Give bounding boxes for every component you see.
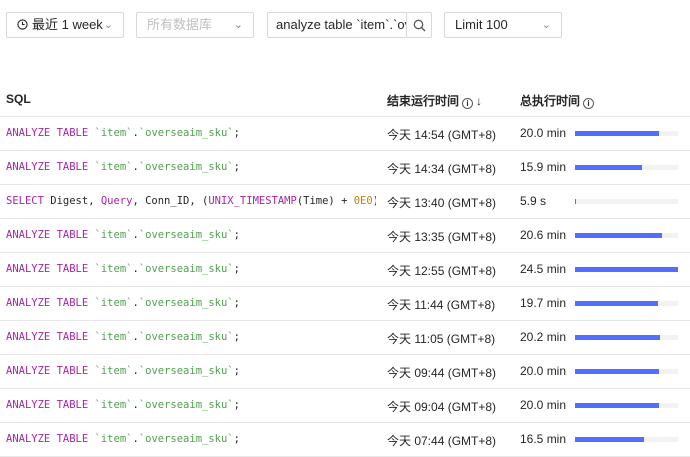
table-header: SQL 结束运行时间 i ↓ 总执行时间 i bbox=[0, 82, 690, 117]
end-time: 今天 11:44 (GMT+8) bbox=[387, 298, 496, 312]
duration-bar-fill bbox=[575, 437, 644, 442]
duration-bar bbox=[575, 437, 678, 442]
time-range-label: 最近 1 week bbox=[32, 17, 103, 32]
duration-bar bbox=[575, 165, 678, 170]
duration-bar bbox=[575, 267, 678, 272]
end-time: 今天 11:05 (GMT+8) bbox=[387, 332, 496, 346]
duration-bar-fill bbox=[575, 131, 659, 136]
column-sql[interactable]: SQL bbox=[6, 92, 31, 106]
duration-bar-fill bbox=[575, 199, 576, 204]
sql-text: ANALYZE TABLE `item`.`overseaim_sku`; bbox=[6, 399, 240, 411]
total-time: 20.0 min bbox=[520, 364, 567, 378]
table-row[interactable]: ANALYZE TABLE `item`.`overseaim_sku`; 今天 … bbox=[0, 355, 690, 389]
table-row[interactable]: SELECT Digest, Query, Conn_ID, (UNIX_TIM… bbox=[0, 185, 690, 219]
search-icon bbox=[413, 19, 426, 32]
table-body: ANALYZE TABLE `item`.`overseaim_sku`; 今天 … bbox=[0, 117, 690, 457]
duration-bar bbox=[575, 403, 678, 408]
end-time: 今天 12:55 (GMT+8) bbox=[387, 264, 497, 278]
table-row[interactable]: ANALYZE TABLE `item`.`overseaim_sku`; 今天 … bbox=[0, 321, 690, 355]
duration-bar-fill bbox=[575, 301, 658, 306]
column-end-time[interactable]: 结束运行时间 i ↓ bbox=[387, 92, 482, 109]
end-time: 今天 09:44 (GMT+8) bbox=[387, 366, 497, 380]
total-time: 19.7 min bbox=[520, 296, 567, 310]
info-icon[interactable]: i bbox=[583, 98, 595, 109]
chevron-down-icon: ⌄ bbox=[541, 19, 551, 31]
sql-text: ANALYZE TABLE `item`.`overseaim_sku`; bbox=[6, 229, 240, 241]
duration-bar-fill bbox=[575, 403, 659, 408]
toolbar: 最近 1 week ⌄ 所有数据库 ⌄ analyze table `item`… bbox=[0, 12, 690, 40]
duration-bar-fill bbox=[575, 267, 678, 272]
end-time: 今天 13:35 (GMT+8) bbox=[387, 230, 497, 244]
duration-bar bbox=[575, 301, 678, 306]
table-row[interactable]: ANALYZE TABLE `item`.`overseaim_sku`; 今天 … bbox=[0, 253, 690, 287]
table-row[interactable]: ANALYZE TABLE `item`.`overseaim_sku`; 今天 … bbox=[0, 117, 690, 151]
table-row[interactable]: ANALYZE TABLE `item`.`overseaim_sku`; 今天 … bbox=[0, 219, 690, 253]
end-time: 今天 14:34 (GMT+8) bbox=[387, 162, 497, 176]
database-select[interactable]: 所有数据库 ⌄ bbox=[136, 12, 254, 38]
search-button[interactable] bbox=[406, 12, 432, 38]
total-time: 20.0 min bbox=[520, 126, 567, 140]
duration-bar bbox=[575, 233, 678, 238]
sort-down-arrow-icon[interactable]: ↓ bbox=[476, 94, 482, 108]
sql-text: ANALYZE TABLE `item`.`overseaim_sku`; bbox=[6, 161, 240, 173]
limit-select[interactable]: Limit 100 ⌄ bbox=[444, 12, 562, 38]
total-time: 16.5 min bbox=[520, 432, 567, 446]
search-input-value: analyze table `item`.`overseaim_sku` bbox=[276, 17, 406, 32]
column-end-time-label: 结束运行时间 bbox=[387, 94, 460, 108]
table-row[interactable]: ANALYZE TABLE `item`.`overseaim_sku`; 今天 … bbox=[0, 389, 690, 423]
table-row[interactable]: ANALYZE TABLE `item`.`overseaim_sku`; 今天 … bbox=[0, 151, 690, 185]
total-time: 5.9 s bbox=[520, 194, 547, 208]
sql-text: ANALYZE TABLE `item`.`overseaim_sku`; bbox=[6, 297, 240, 309]
search-input[interactable]: analyze table `item`.`overseaim_sku` bbox=[267, 12, 407, 38]
end-time: 今天 07:44 (GMT+8) bbox=[387, 434, 497, 448]
chevron-down-icon: ⌄ bbox=[103, 19, 113, 31]
duration-bar bbox=[575, 369, 678, 374]
sql-text: ANALYZE TABLE `item`.`overseaim_sku`; bbox=[6, 127, 240, 139]
end-time: 今天 14:54 (GMT+8) bbox=[387, 128, 497, 142]
duration-bar-fill bbox=[575, 369, 659, 374]
total-time: 20.0 min bbox=[520, 398, 567, 412]
total-time: 20.6 min bbox=[520, 228, 567, 242]
sql-text: ANALYZE TABLE `item`.`overseaim_sku`; bbox=[6, 433, 240, 445]
total-time: 15.9 min bbox=[520, 160, 567, 174]
duration-bar bbox=[575, 335, 678, 340]
sql-text: ANALYZE TABLE `item`.`overseaim_sku`; bbox=[6, 365, 240, 377]
duration-bar-fill bbox=[575, 335, 660, 340]
duration-bar bbox=[575, 199, 678, 204]
end-time: 今天 13:40 (GMT+8) bbox=[387, 196, 497, 210]
info-icon[interactable]: i bbox=[462, 98, 474, 109]
clock-icon bbox=[17, 13, 28, 37]
column-total-time-label: 总执行时间 bbox=[520, 94, 581, 108]
database-placeholder: 所有数据库 bbox=[147, 17, 213, 32]
sql-text: ANALYZE TABLE `item`.`overseaim_sku`; bbox=[6, 331, 240, 343]
table-row[interactable]: ANALYZE TABLE `item`.`overseaim_sku`; 今天 … bbox=[0, 423, 690, 457]
end-time: 今天 09:04 (GMT+8) bbox=[387, 400, 497, 414]
limit-label: Limit 100 bbox=[455, 17, 508, 32]
duration-bar-fill bbox=[575, 233, 662, 238]
sql-text: ANALYZE TABLE `item`.`overseaim_sku`; bbox=[6, 263, 240, 275]
duration-bar-fill bbox=[575, 165, 642, 170]
sql-text: SELECT Digest, Query, Conn_ID, (UNIX_TIM… bbox=[6, 195, 376, 207]
total-time: 20.2 min bbox=[520, 330, 567, 344]
column-total-time[interactable]: 总执行时间 i bbox=[520, 92, 595, 109]
duration-bar bbox=[575, 131, 678, 136]
time-range-picker[interactable]: 最近 1 week ⌄ bbox=[6, 12, 124, 38]
table-row[interactable]: ANALYZE TABLE `item`.`overseaim_sku`; 今天 … bbox=[0, 287, 690, 321]
total-time: 24.5 min bbox=[520, 262, 567, 276]
chevron-down-icon: ⌄ bbox=[233, 19, 243, 31]
statement-table: SQL 结束运行时间 i ↓ 总执行时间 i ANALYZE TABLE `item`… bbox=[0, 82, 690, 457]
